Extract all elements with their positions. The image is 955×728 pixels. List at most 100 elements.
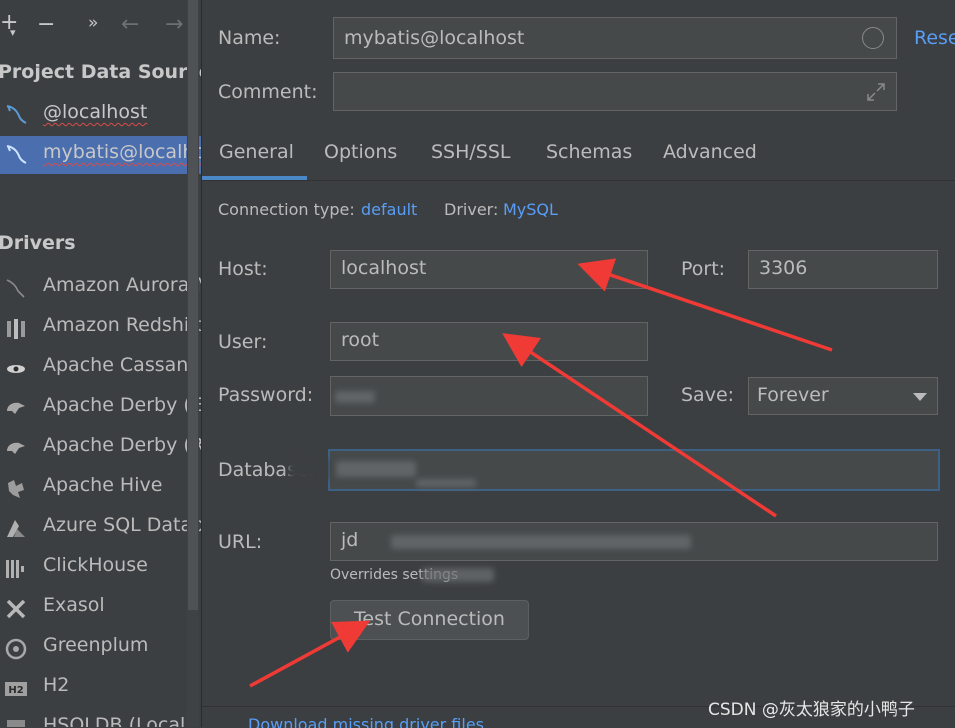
driver-item[interactable]: Apache Derby (Remote) (0, 430, 201, 466)
driver-item[interactable]: HSQLDB (Local) (0, 710, 201, 727)
redacted-value (335, 391, 375, 403)
tab-bar-divider (202, 180, 955, 181)
driver-label: ClickHouse (43, 554, 148, 576)
driver-label: HSQLDB (Local) (43, 714, 193, 727)
name-input[interactable]: mybatis@localhost (333, 17, 897, 59)
driver-label: Amazon Aurora MySQL (43, 274, 201, 296)
sidebar-scrollbar-thumb[interactable] (188, 0, 198, 610)
user-input[interactable]: root (330, 322, 648, 361)
color-circle-icon[interactable] (862, 27, 884, 49)
clickhouse-icon (6, 560, 24, 578)
connection-settings-panel: Name: mybatis@localhost Reset Comment: G… (202, 0, 955, 728)
redacted-value (416, 479, 476, 487)
driver-item[interactable]: H2 H2 (0, 670, 201, 706)
tab-ssh-ssl[interactable]: SSH/SSL (431, 141, 511, 163)
azure-icon (7, 520, 25, 537)
save-value: Forever (757, 384, 829, 406)
hive-icon (8, 480, 24, 498)
driver-label: Driver: (444, 200, 499, 219)
driver-label: Greenplum (43, 634, 149, 656)
active-tab-indicator (202, 176, 307, 180)
driver-item[interactable]: ClickHouse (0, 550, 201, 586)
remove-icon[interactable]: − (37, 10, 55, 40)
exasol-icon (6, 599, 26, 619)
driver-item[interactable]: Amazon Redshift (0, 310, 201, 346)
driver-label: H2 (43, 674, 70, 696)
save-select[interactable]: Forever (748, 377, 938, 415)
tab-schemas[interactable]: Schemas (546, 141, 632, 163)
connection-type-label: Connection type: (218, 200, 355, 219)
download-driver-link[interactable]: Download missing driver files (248, 715, 484, 728)
driver-item[interactable]: Apache Hive (0, 470, 201, 506)
data-source-label: @localhost (43, 101, 148, 123)
url-value: jd (341, 529, 359, 551)
user-label: User: (218, 331, 268, 353)
back-arrow-icon[interactable]: ← (121, 10, 139, 40)
data-source-label: mybatis@localhost (43, 141, 201, 163)
cassandra-icon (7, 365, 25, 373)
driver-label: Apache Derby (Remote) (43, 434, 201, 456)
user-value: root (341, 329, 380, 351)
test-connection-label: Test Connection (354, 608, 505, 630)
data-source-localhost[interactable]: @localhost (0, 96, 201, 134)
tab-general[interactable]: General (219, 141, 294, 163)
drivers-heading: Drivers (0, 232, 76, 254)
reset-link[interactable]: Reset (914, 27, 955, 49)
password-label: Password: (218, 384, 314, 406)
more-icon[interactable]: » (88, 8, 98, 38)
name-value: mybatis@localhost (344, 27, 525, 49)
derby-icon (7, 402, 25, 414)
csdn-watermark: CSDN @灰太狼家的小鸭子 (708, 700, 915, 720)
h2-icon: H2 (5, 682, 27, 696)
port-value: 3306 (759, 257, 808, 279)
driver-item[interactable]: Apache Derby (Embedded) (0, 390, 201, 426)
port-label: Port: (681, 258, 726, 280)
port-input[interactable]: 3306 (748, 250, 938, 289)
redshift-icon (7, 319, 25, 339)
project-data-sources-heading: Project Data Sources (0, 61, 201, 83)
database-input[interactable] (328, 449, 940, 491)
aurora-icon (6, 279, 25, 298)
driver-item[interactable]: Apache Cassandra (0, 350, 201, 386)
redacted-value (336, 461, 416, 477)
connection-type-link[interactable]: default (361, 200, 417, 219)
expand-icon[interactable] (865, 81, 887, 103)
driver-label: Apache Cassandra (43, 354, 201, 376)
data-source-mybatis-localhost[interactable]: mybatis@localhost (0, 136, 201, 174)
mysql-dolphin-icon (6, 145, 27, 164)
comment-input[interactable] (333, 72, 897, 111)
greenplum-icon (5, 638, 27, 660)
add-dropdown-chevron-icon[interactable]: ▾ (10, 18, 16, 48)
data-sources-sidebar: + ▾ − » ← → Project Data Sources @localh… (0, 0, 202, 727)
driver-item[interactable]: Azure SQL Database (0, 510, 201, 546)
mysql-dolphin-icon (6, 105, 27, 124)
name-label: Name: (218, 27, 281, 49)
test-connection-button[interactable]: Test Connection (330, 600, 529, 640)
driver-item[interactable]: Exasol (0, 590, 201, 626)
driver-label: Apache Derby (Embedded) (43, 394, 201, 416)
password-input[interactable] (330, 376, 648, 416)
driver-item[interactable]: Amazon Aurora MySQL (0, 270, 201, 306)
host-value: localhost (341, 257, 427, 279)
driver-label: Amazon Redshift (43, 314, 202, 336)
chevron-down-icon[interactable] (913, 393, 927, 402)
forward-arrow-icon[interactable]: → (165, 10, 183, 40)
hsqldb-icon (7, 720, 25, 727)
redacted-label-part (288, 458, 328, 480)
comment-label: Comment: (218, 81, 318, 103)
svg-text:H2: H2 (8, 685, 23, 696)
tab-advanced[interactable]: Advanced (663, 141, 757, 163)
save-label: Save: (681, 384, 735, 406)
url-label: URL: (218, 531, 263, 553)
driver-label: Azure SQL Database (43, 514, 201, 536)
url-input[interactable]: jd (330, 522, 938, 561)
redacted-value (391, 535, 691, 549)
driver-link[interactable]: MySQL (503, 200, 558, 219)
tab-options[interactable]: Options (324, 141, 397, 163)
driver-label: Exasol (43, 594, 105, 616)
driver-label: Apache Hive (43, 474, 163, 496)
driver-item[interactable]: Greenplum (0, 630, 201, 666)
host-input[interactable]: localhost (330, 250, 648, 289)
derby-icon (7, 442, 25, 454)
redacted-value (422, 568, 494, 582)
